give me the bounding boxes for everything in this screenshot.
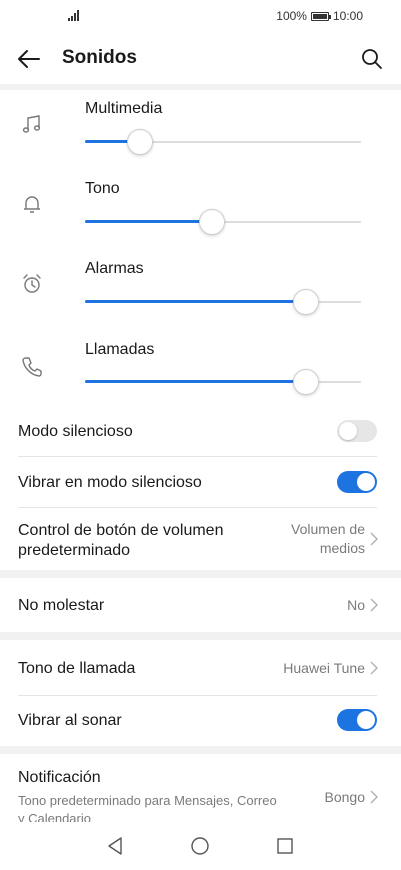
volume-button-label-line1: Control de botón de volumen: [18, 522, 224, 539]
volume-label: Multimedia: [85, 100, 163, 117]
volume-label: Tono: [85, 180, 120, 197]
silent-mode-toggle[interactable]: [337, 420, 377, 442]
status-right: 100% 10:00: [276, 9, 363, 23]
music-note-icon: [20, 112, 44, 136]
slider-thumb[interactable]: [199, 209, 225, 235]
do-not-disturb-label: No molestar: [18, 597, 105, 614]
notification-row[interactable]: Notificación Tono predeterminado para Me…: [0, 754, 401, 822]
section-gap: [0, 746, 401, 754]
ringtone-label: Tono de llamada: [18, 660, 136, 677]
vibrate-ring-row[interactable]: Vibrar al sonar: [0, 696, 401, 746]
slider-fill: [85, 220, 212, 223]
slider-fill: [85, 380, 306, 383]
volume-row-multimedia: Multimedia: [0, 90, 401, 170]
square-recents-icon: [277, 838, 293, 854]
ringtone-row[interactable]: Tono de llamada Huawei Tune: [0, 640, 401, 695]
volume-label: Llamadas: [85, 341, 155, 358]
section-gap: [0, 570, 401, 578]
volume-button-label-line2: predeterminado: [18, 542, 131, 559]
volume-row-llamadas: Llamadas: [0, 330, 401, 410]
nav-back-button[interactable]: [103, 834, 127, 858]
back-button[interactable]: [12, 44, 46, 74]
status-bar: 100% 10:00: [0, 0, 401, 34]
arrow-left-icon: [18, 50, 40, 68]
volume-row-alarmas: Alarmas: [0, 250, 401, 330]
vibrate-ring-toggle[interactable]: [337, 709, 377, 731]
circle-home-icon: [191, 837, 209, 855]
triangle-back-icon: [108, 837, 122, 855]
app-bar: Sonidos: [0, 34, 401, 84]
vibrate-silent-row[interactable]: Vibrar en modo silencioso: [0, 457, 401, 507]
notification-value: Bongo: [324, 789, 365, 805]
battery-percent: 100%: [276, 9, 307, 23]
chevron-right-icon: [370, 598, 378, 612]
phone-icon: [20, 354, 44, 378]
volume-slider[interactable]: [85, 208, 361, 236]
search-button[interactable]: [357, 44, 387, 74]
slider-thumb[interactable]: [293, 369, 319, 395]
slider-thumb[interactable]: [127, 129, 153, 155]
volume-button-row[interactable]: Control de botón de volumen predetermina…: [0, 508, 401, 570]
bell-icon: [20, 192, 44, 216]
volume-row-tono: Tono: [0, 170, 401, 250]
page-title: Sonidos: [62, 47, 137, 68]
vibrate-silent-label: Vibrar en modo silencioso: [18, 474, 202, 491]
do-not-disturb-row[interactable]: No molestar No: [0, 578, 401, 632]
volume-slider[interactable]: [85, 288, 361, 316]
nav-home-button[interactable]: [188, 834, 212, 858]
vibrate-silent-toggle[interactable]: [337, 471, 377, 493]
toggle-knob: [339, 422, 357, 440]
do-not-disturb-value: No: [347, 597, 365, 613]
clock: 10:00: [332, 9, 363, 23]
camera-notch: [176, 0, 226, 22]
volume-button-value-line2: medios: [319, 540, 365, 556]
section-gap: [0, 632, 401, 640]
volume-slider[interactable]: [85, 368, 361, 396]
volume-slider[interactable]: [85, 128, 361, 156]
notification-label: Notificación: [18, 769, 101, 786]
notification-sub-line1: Tono predeterminado para Mensajes, Corre…: [18, 793, 277, 808]
battery-icon: [310, 11, 331, 21]
nav-recents-button[interactable]: [273, 834, 297, 858]
slider-thumb[interactable]: [293, 289, 319, 315]
toggle-knob: [357, 711, 375, 729]
silent-mode-row[interactable]: Modo silencioso: [0, 406, 401, 456]
slider-fill: [85, 300, 306, 303]
volume-button-value-line1: Volumen de: [291, 521, 365, 537]
signal-icon: [68, 9, 79, 21]
toggle-knob: [357, 473, 375, 491]
ringtone-value: Huawei Tune: [283, 660, 365, 676]
vibrate-ring-label: Vibrar al sonar: [18, 712, 122, 729]
navigation-bar: [0, 822, 401, 870]
search-icon: [362, 49, 382, 69]
alarm-clock-icon: [20, 272, 44, 296]
chevron-right-icon: [370, 790, 378, 804]
notification-sub-line2: y Calendario: [18, 811, 91, 822]
silent-mode-label: Modo silencioso: [18, 423, 133, 440]
chevron-right-icon: [370, 532, 378, 546]
chevron-right-icon: [370, 661, 378, 675]
volume-label: Alarmas: [85, 260, 144, 277]
